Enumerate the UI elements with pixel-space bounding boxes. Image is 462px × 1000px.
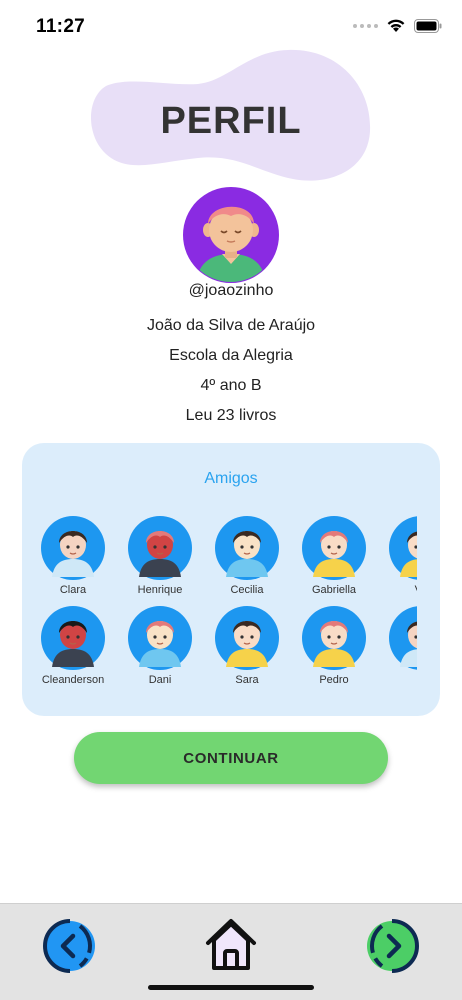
status-time: 11:27 [36,16,86,37]
friend-name: Gabriella [311,584,357,596]
friend-name: Dani [148,674,172,686]
full-name: João da Silva de Araújo [146,317,316,334]
friend-name: J [381,674,417,686]
friends-card: Amigos ClaraHenriqueCeciliaGabriellaVaCl… [22,443,440,716]
friend-name: Sara [235,674,259,686]
username: @joaozinho [188,282,274,299]
friend-item[interactable]: J [381,605,417,686]
friend-name: Clara [59,584,87,596]
friends-list: Clara Henrique Cecilia Gabriella Va Cleanders… [40,515,417,700]
girl-red-hair-avatar [302,606,366,670]
friend-item[interactable]: Gabriella [294,515,374,596]
status-icons [353,18,442,33]
page-title: PERFIL [160,100,302,142]
friend-name: Pedro [319,674,349,686]
friend-name: Cecilia [230,584,264,596]
baby-avatar [215,516,279,580]
girl-bow-avatar [215,606,279,670]
friend-name: Va [381,584,417,596]
friend-item[interactable]: Clara [40,515,113,596]
girl-avatar [389,516,417,580]
wifi-icon [387,19,405,32]
forward-icon[interactable] [364,918,420,974]
friend-item[interactable]: Sara [207,605,287,686]
school-name: Escola da Alegria [169,347,293,364]
profile-avatar [183,187,279,283]
back-icon[interactable] [42,918,98,974]
girl-bow-avatar [302,516,366,580]
continue-button[interactable]: CONTINUAR [74,732,388,784]
cellular-signal-icon [353,23,378,28]
books-read: Leu 23 livros [185,407,277,424]
friend-item[interactable]: Va [381,515,417,596]
battery-icon [414,18,442,33]
friend-name: Henrique [137,584,183,596]
friend-item[interactable]: Cleanderson [40,605,113,686]
friend-item[interactable]: Dani [120,605,200,686]
home-icon[interactable] [202,916,260,972]
home-indicator [148,985,314,990]
boy-green-cap-avatar [41,606,105,670]
boy-cap-avatar [128,516,192,580]
girl-headphones-avatar [41,516,105,580]
girl-bun-avatar [128,606,192,670]
friend-name: Cleanderson [41,674,105,686]
grade: 4º ano B [200,377,262,394]
boy-avatar [389,606,417,670]
friend-item[interactable]: Cecilia [207,515,287,596]
friend-item[interactable]: Henrique [120,515,200,596]
friend-item[interactable]: Pedro [294,605,374,686]
friends-title: Amigos [204,470,258,487]
